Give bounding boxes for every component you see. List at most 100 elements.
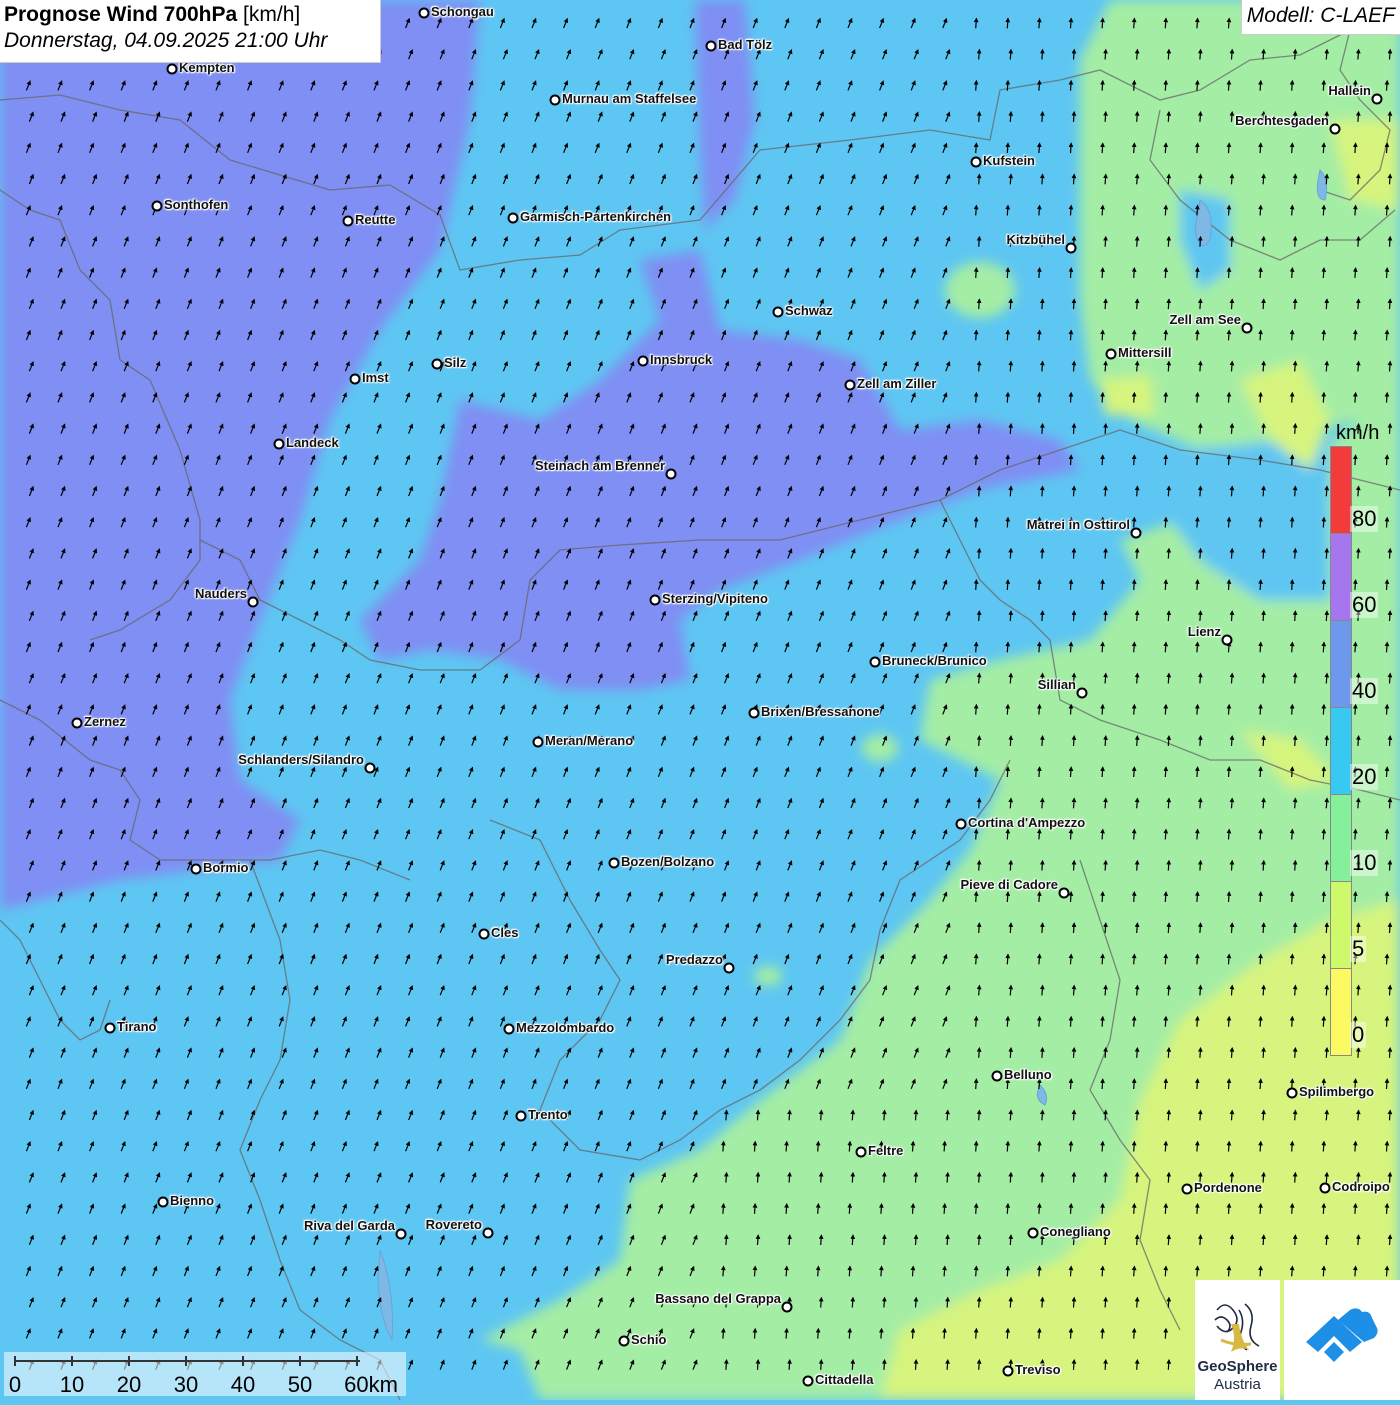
wind-arrow (1197, 422, 1203, 434)
wind-arrow (1039, 48, 1045, 60)
wind-arrow (1103, 235, 1108, 247)
city-marker (507, 212, 519, 224)
wind-arrow (818, 1109, 824, 1121)
wind-arrow (1163, 1202, 1169, 1214)
wind-arrow (1197, 735, 1203, 746)
wind-arrow (1387, 360, 1393, 372)
wind-arrow (1039, 110, 1045, 122)
wind-arrow (1352, 391, 1358, 403)
wind-arrow (1197, 1046, 1203, 1058)
wind-arrow (1005, 828, 1011, 840)
wind-arrow (1258, 79, 1263, 91)
wind-arrow (1258, 267, 1263, 278)
wind-arrow (1103, 922, 1108, 934)
wind-arrow (1163, 828, 1169, 840)
wind-arrow (1036, 953, 1042, 965)
wind-arrow (1068, 17, 1074, 29)
wind-arrow (1384, 891, 1390, 902)
wind-arrow (720, 1140, 726, 1152)
wind-arrow (1163, 766, 1169, 778)
wind-arrow (973, 391, 979, 403)
wind-arrow (1194, 828, 1200, 840)
wind-arrow (1134, 547, 1140, 559)
wind-arrow (1324, 48, 1330, 60)
wind-arrow (1384, 204, 1390, 216)
wind-arrow (1387, 1109, 1393, 1121)
city-label: Belluno (1004, 1067, 1052, 1082)
city-label: Bozen/Bolzano (621, 854, 715, 869)
wind-arrow (1068, 891, 1074, 902)
wind-arrow (1387, 48, 1393, 60)
wind-arrow (1324, 485, 1330, 497)
wind-arrow (1384, 1078, 1390, 1090)
wind-arrow (1324, 547, 1330, 559)
wind-arrow (1068, 1202, 1074, 1214)
wind-arrow (1008, 547, 1014, 559)
city-label: Bienno (170, 1193, 215, 1208)
wind-arrow (1100, 329, 1105, 341)
wind-arrow (1008, 422, 1014, 434)
wind-arrow (1163, 142, 1169, 154)
wind-arrow (1352, 267, 1358, 278)
wind-arrow (1103, 859, 1108, 871)
wind-arrow (1005, 953, 1011, 965)
city-label: Sonthofen (164, 197, 229, 212)
wind-arrow (1103, 1109, 1108, 1121)
city-marker (395, 1228, 407, 1240)
city-marker (532, 736, 544, 748)
legend-segment (1330, 794, 1352, 881)
city-marker (618, 1335, 630, 1347)
wind-arrow (815, 1327, 821, 1339)
app-logo[interactable] (1284, 1280, 1400, 1400)
wind-arrow (1163, 579, 1169, 590)
wind-arrow (942, 1265, 947, 1277)
scale-label: 20 (116, 1372, 142, 1397)
wind-arrow (1324, 735, 1330, 746)
wind-arrow (1384, 391, 1390, 403)
wind-arrow (1197, 235, 1203, 247)
wind-arrow (973, 1015, 979, 1027)
wind-arrow (1008, 1109, 1014, 1121)
wind-arrow (1163, 204, 1169, 216)
wind-arrow (847, 1265, 853, 1277)
wind-arrow (1229, 859, 1235, 871)
wind-arrow (1008, 922, 1014, 934)
wind-arrow (1229, 485, 1235, 497)
map-title-main: Prognose Wind 700hPa (4, 3, 238, 26)
wind-arrow (1229, 48, 1235, 60)
wind-arrow (913, 1234, 919, 1246)
wind-arrow (1068, 828, 1074, 840)
wind-arrow (1352, 329, 1358, 341)
city-label: Pordenone (1194, 1180, 1262, 1195)
wind-arrow (1387, 422, 1393, 434)
wind-arrow (1068, 204, 1074, 216)
wind-arrow (976, 610, 982, 622)
wind-arrow (1258, 391, 1263, 403)
wind-arrow (1036, 142, 1042, 154)
wind-arrow (1355, 235, 1361, 247)
wind-arrow (1166, 485, 1172, 497)
wind-arrow (1103, 1296, 1108, 1308)
wind-arrow (1197, 922, 1203, 934)
wind-arrow (1324, 235, 1330, 247)
geosphere-logo[interactable]: GeoSphere Austria (1195, 1280, 1280, 1400)
wind-arrow (1229, 547, 1235, 559)
wind-arrow (1226, 17, 1232, 29)
city-marker (273, 438, 285, 450)
wind-arrow (1039, 485, 1045, 497)
wind-arrow (1226, 1015, 1232, 1027)
wind-arrow (1134, 735, 1140, 746)
city-marker (1027, 1227, 1039, 1239)
wind-arrow (1261, 547, 1266, 559)
wind-arrow (1134, 360, 1140, 372)
wind-arrow (1292, 735, 1298, 746)
city-marker (781, 1301, 793, 1313)
wind-arrow (1036, 79, 1042, 91)
city-label: Spilimbergo (1299, 1084, 1375, 1099)
wind-arrow (1384, 1265, 1390, 1277)
legend-segment (1330, 881, 1352, 968)
wind-arrow (1008, 735, 1014, 746)
wind-arrow (1008, 485, 1014, 497)
wind-arrow (1324, 422, 1330, 434)
wind-arrow (1229, 984, 1235, 996)
